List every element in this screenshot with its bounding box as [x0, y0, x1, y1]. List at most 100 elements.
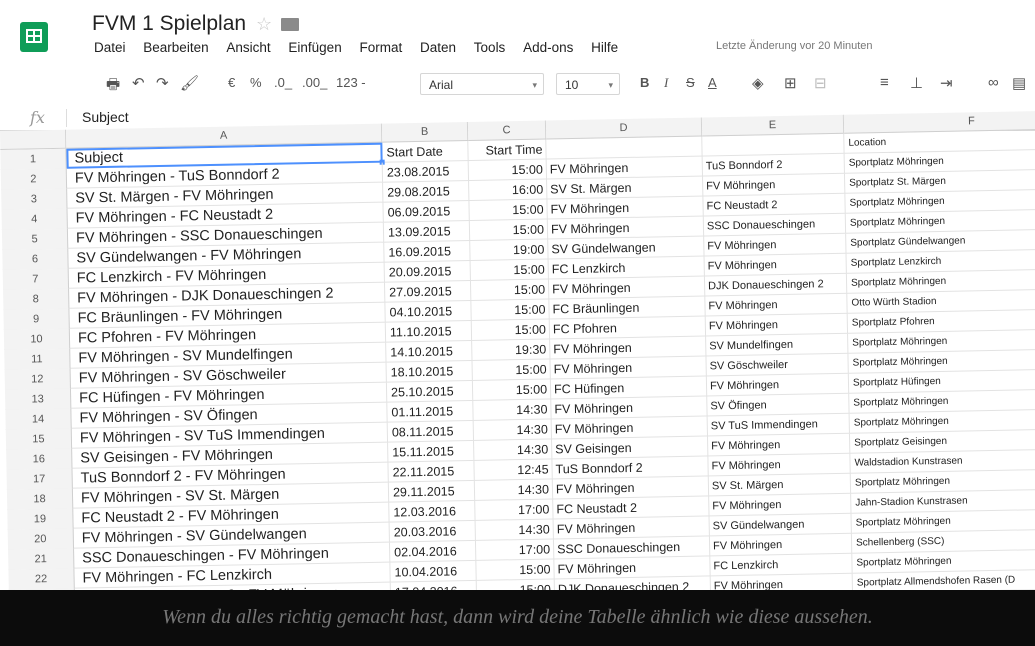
comment-icon[interactable]: ▤	[1012, 74, 1026, 92]
row-number[interactable]: 19	[7, 508, 74, 530]
table-cell[interactable]: 20.03.2016	[389, 520, 476, 543]
table-cell[interactable]: 15:00	[469, 199, 548, 221]
table-cell[interactable]: TuS Bonndorf 2	[702, 153, 845, 177]
table-cell[interactable]: 27.09.2015	[384, 280, 472, 303]
table-cell[interactable]: 10.04.2016	[390, 560, 477, 583]
menu-addons[interactable]: Add-ons	[523, 40, 573, 55]
menu-daten[interactable]: Daten	[420, 40, 456, 55]
table-cell[interactable]: 15:00	[472, 379, 552, 401]
table-cell[interactable]: SSC Donaueschingen	[703, 213, 847, 237]
undo-icon[interactable]: ↶	[132, 74, 145, 92]
column-header-b[interactable]: B	[381, 122, 469, 143]
menu-einfuegen[interactable]: Einfügen	[288, 40, 341, 55]
row-number[interactable]: 10	[3, 328, 71, 350]
row-number[interactable]: 16	[6, 448, 73, 470]
table-cell[interactable]: 22.11.2015	[388, 460, 475, 483]
folder-icon[interactable]	[281, 18, 299, 31]
row-number[interactable]: 15	[5, 428, 73, 450]
currency-format-button[interactable]: €	[228, 75, 235, 90]
print-icon[interactable]: 🖶	[106, 74, 120, 99]
table-cell[interactable]: FC Neustadt 2	[703, 193, 846, 217]
italic-button[interactable]: I	[664, 75, 668, 91]
table-cell[interactable]: SV Gündelwangen	[709, 513, 852, 537]
table-cell[interactable]: FV Möhringen	[706, 373, 850, 397]
table-cell[interactable]: FV Möhringen	[707, 433, 851, 457]
borders-icon[interactable]: ⊞	[784, 74, 797, 92]
table-cell[interactable]: SV Mundelfingen	[706, 333, 849, 357]
bold-button[interactable]: B	[640, 75, 649, 90]
row-number[interactable]: 8	[3, 288, 70, 310]
percent-format-button[interactable]: %	[250, 75, 262, 90]
menu-tools[interactable]: Tools	[474, 40, 506, 55]
strikethrough-button[interactable]: S	[686, 75, 695, 90]
table-cell[interactable]: 23.08.2015	[382, 161, 470, 183]
merge-cells-icon[interactable]: ⊟	[814, 74, 827, 92]
table-cell[interactable]: 29.11.2015	[388, 480, 476, 503]
table-cell[interactable]: 15:00	[470, 259, 549, 281]
font-family-select[interactable]: Arial ▾	[420, 73, 544, 95]
table-cell[interactable]: 29.08.2015	[383, 181, 470, 203]
align-left-icon[interactable]: ≡	[880, 74, 889, 91]
table-cell[interactable]: FV Möhringen	[703, 173, 846, 197]
decrease-decimals-button[interactable]: .0_	[274, 75, 292, 90]
table-cell[interactable]: 15.11.2015	[388, 440, 475, 463]
menu-ansicht[interactable]: Ansicht	[226, 40, 270, 55]
row-number[interactable]: 17	[6, 468, 73, 490]
table-cell[interactable]: 15:00	[470, 279, 550, 301]
table-cell[interactable]: 18.10.2015	[386, 360, 473, 383]
last-edit-status[interactable]: Letzte Änderung vor 20 Minuten	[716, 40, 873, 52]
table-cell[interactable]: FV Möhringen	[705, 313, 849, 337]
font-size-select[interactable]: 10 ▾	[556, 73, 620, 95]
row-number[interactable]: 6	[2, 248, 69, 270]
table-cell[interactable]: FV Möhringen	[704, 253, 847, 277]
table-cell[interactable]: 08.11.2015	[387, 420, 475, 443]
formula-input[interactable]: Subject	[82, 109, 129, 125]
row-number[interactable]: 14	[5, 408, 72, 430]
cell-start-time-header[interactable]: Start Time	[468, 139, 547, 162]
table-cell[interactable]: FV Möhringen	[708, 453, 851, 477]
table-cell[interactable]: 14:30	[473, 399, 552, 421]
link-icon[interactable]: ∞	[988, 74, 999, 91]
menu-datei[interactable]: Datei	[94, 40, 126, 55]
table-cell[interactable]: FV Möhringen	[709, 533, 853, 557]
table-cell[interactable]: SV Göschweiler	[706, 353, 849, 377]
table-cell[interactable]: 12.03.2016	[389, 500, 476, 523]
fill-color-icon[interactable]: ◈	[752, 74, 764, 92]
table-cell[interactable]: FV Möhringen	[709, 493, 852, 517]
table-cell[interactable]: 13.09.2015	[383, 220, 471, 243]
table-cell[interactable]: 16.09.2015	[384, 240, 471, 263]
row-number[interactable]: 20	[7, 528, 75, 550]
table-cell[interactable]: SV TuS Immendingen	[707, 413, 850, 437]
table-cell[interactable]: 01.11.2015	[387, 400, 474, 423]
row-number[interactable]: 13	[4, 388, 72, 410]
table-cell[interactable]: 11.10.2015	[385, 320, 473, 343]
table-cell[interactable]: 06.09.2015	[383, 201, 470, 223]
table-cell[interactable]: DJK Donaueschingen 2	[704, 273, 848, 297]
redo-icon[interactable]: ↷	[156, 74, 169, 92]
table-cell[interactable]: 17:00	[475, 499, 554, 521]
table-cell[interactable]: 20.09.2015	[384, 260, 471, 283]
table-cell[interactable]: 15:00	[472, 359, 551, 381]
table-cell[interactable]: FV Möhringen	[710, 573, 854, 590]
table-cell[interactable]: 15:00	[468, 159, 548, 182]
cell-start-date-header[interactable]: Start Date	[382, 141, 469, 163]
table-cell[interactable]: 02.04.2016	[389, 540, 477, 563]
row-number[interactable]: 7	[2, 268, 70, 290]
row-number[interactable]: 5	[1, 228, 69, 250]
increase-decimals-button[interactable]: .00_	[302, 75, 327, 90]
table-cell[interactable]: 16:00	[469, 179, 548, 202]
table-cell[interactable]: SV Öfingen	[707, 393, 850, 417]
document-title[interactable]: FVM 1 Spielplan	[92, 12, 246, 36]
row-number[interactable]: 21	[8, 548, 75, 570]
table-cell[interactable]: 19:30	[472, 339, 551, 361]
row-number[interactable]: 9	[3, 308, 70, 330]
row-number[interactable]: 11	[4, 348, 71, 370]
table-cell[interactable]: 15:00	[476, 579, 556, 590]
column-header-c[interactable]: C	[467, 120, 547, 142]
table-cell[interactable]: 19:00	[470, 239, 549, 261]
table-cell[interactable]: 17.04.2016	[390, 580, 478, 590]
table-cell[interactable]: 17:00	[475, 539, 555, 561]
table-cell[interactable]: 14:30	[475, 519, 554, 541]
table-cell[interactable]: 12:45	[474, 459, 553, 481]
table-cell[interactable]: 14:30	[474, 479, 554, 501]
